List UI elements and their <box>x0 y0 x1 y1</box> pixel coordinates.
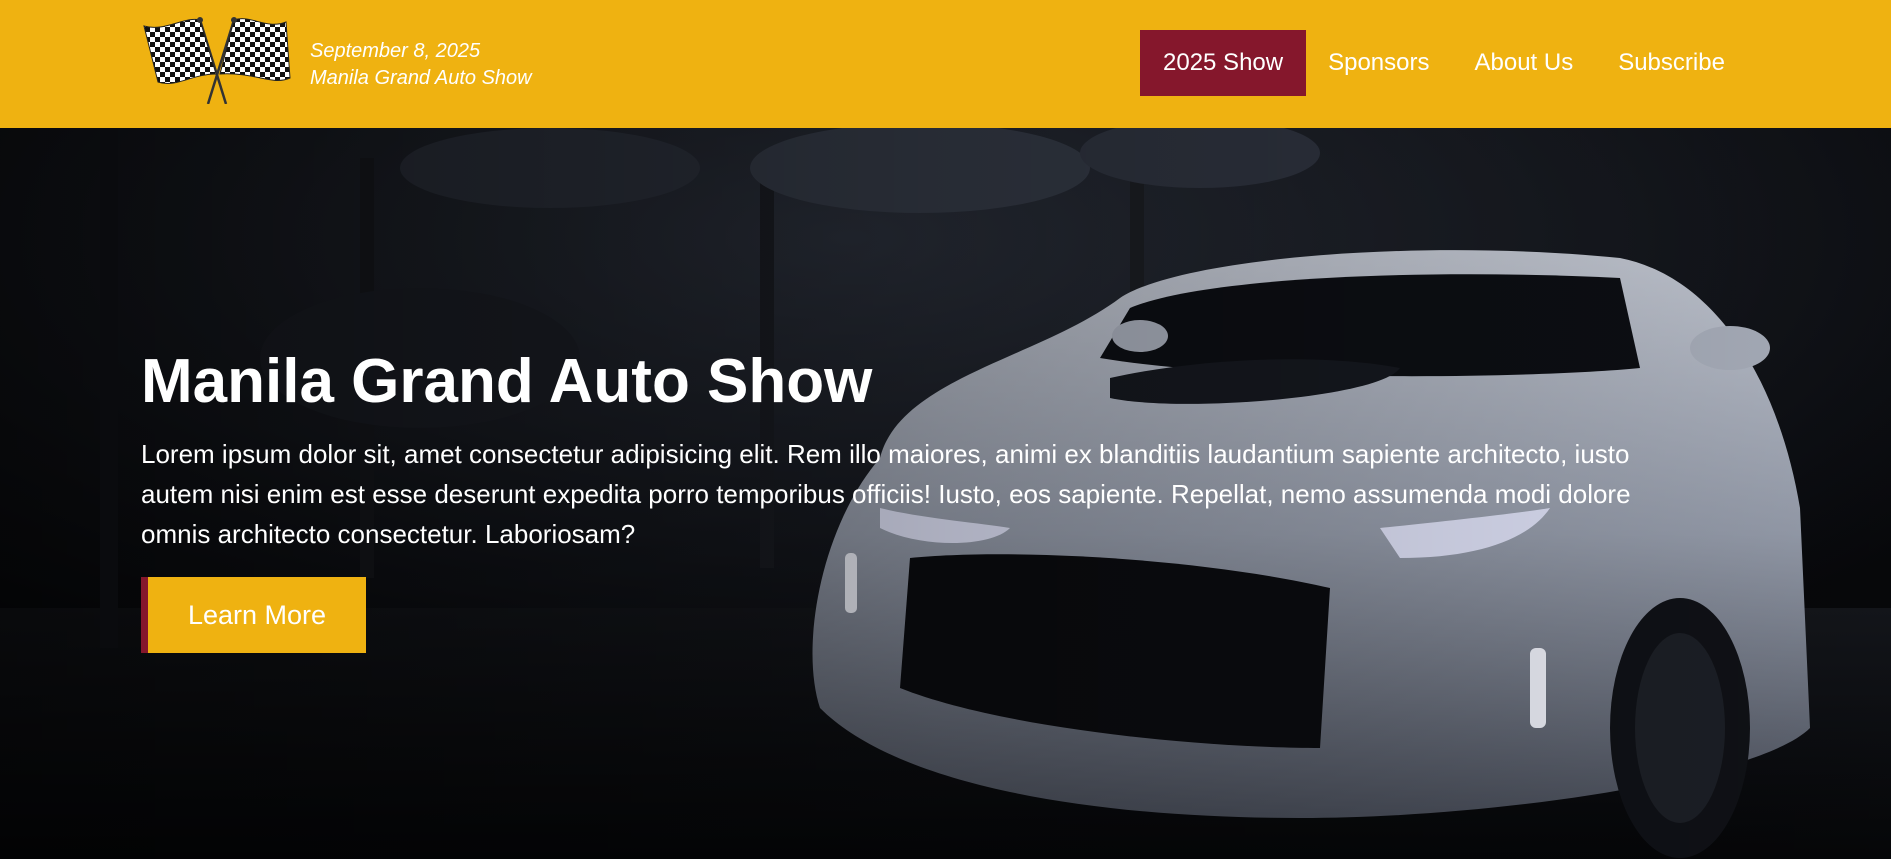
event-date: September 8, 2025 <box>310 40 481 62</box>
event-tagline: September 8, 2025 Manila Grand Auto Show <box>310 38 532 92</box>
site-header: September 8, 2025 Manila Grand Auto Show… <box>0 0 1891 128</box>
checkered-flags-icon[interactable] <box>140 12 294 105</box>
nav-item-sponsors[interactable]: Sponsors <box>1306 30 1451 96</box>
learn-more-button[interactable]: Learn More <box>141 577 366 653</box>
nav-item-2025-show[interactable]: 2025 Show <box>1140 30 1307 96</box>
hero-section: Manila Grand Auto Show Lorem ipsum dolor… <box>0 128 1891 859</box>
nav-item-subscribe[interactable]: Subscribe <box>1596 30 1747 96</box>
main-nav: 2025 Show Sponsors About Us Subscribe <box>1140 30 1748 96</box>
nav-item-about-us[interactable]: About Us <box>1452 30 1595 96</box>
hero-description: Lorem ipsum dolor sit, amet consectetur … <box>141 439 1631 549</box>
event-name: Manila Grand Auto Show <box>310 67 532 89</box>
hero-title: Manila Grand Auto Show <box>141 347 873 416</box>
